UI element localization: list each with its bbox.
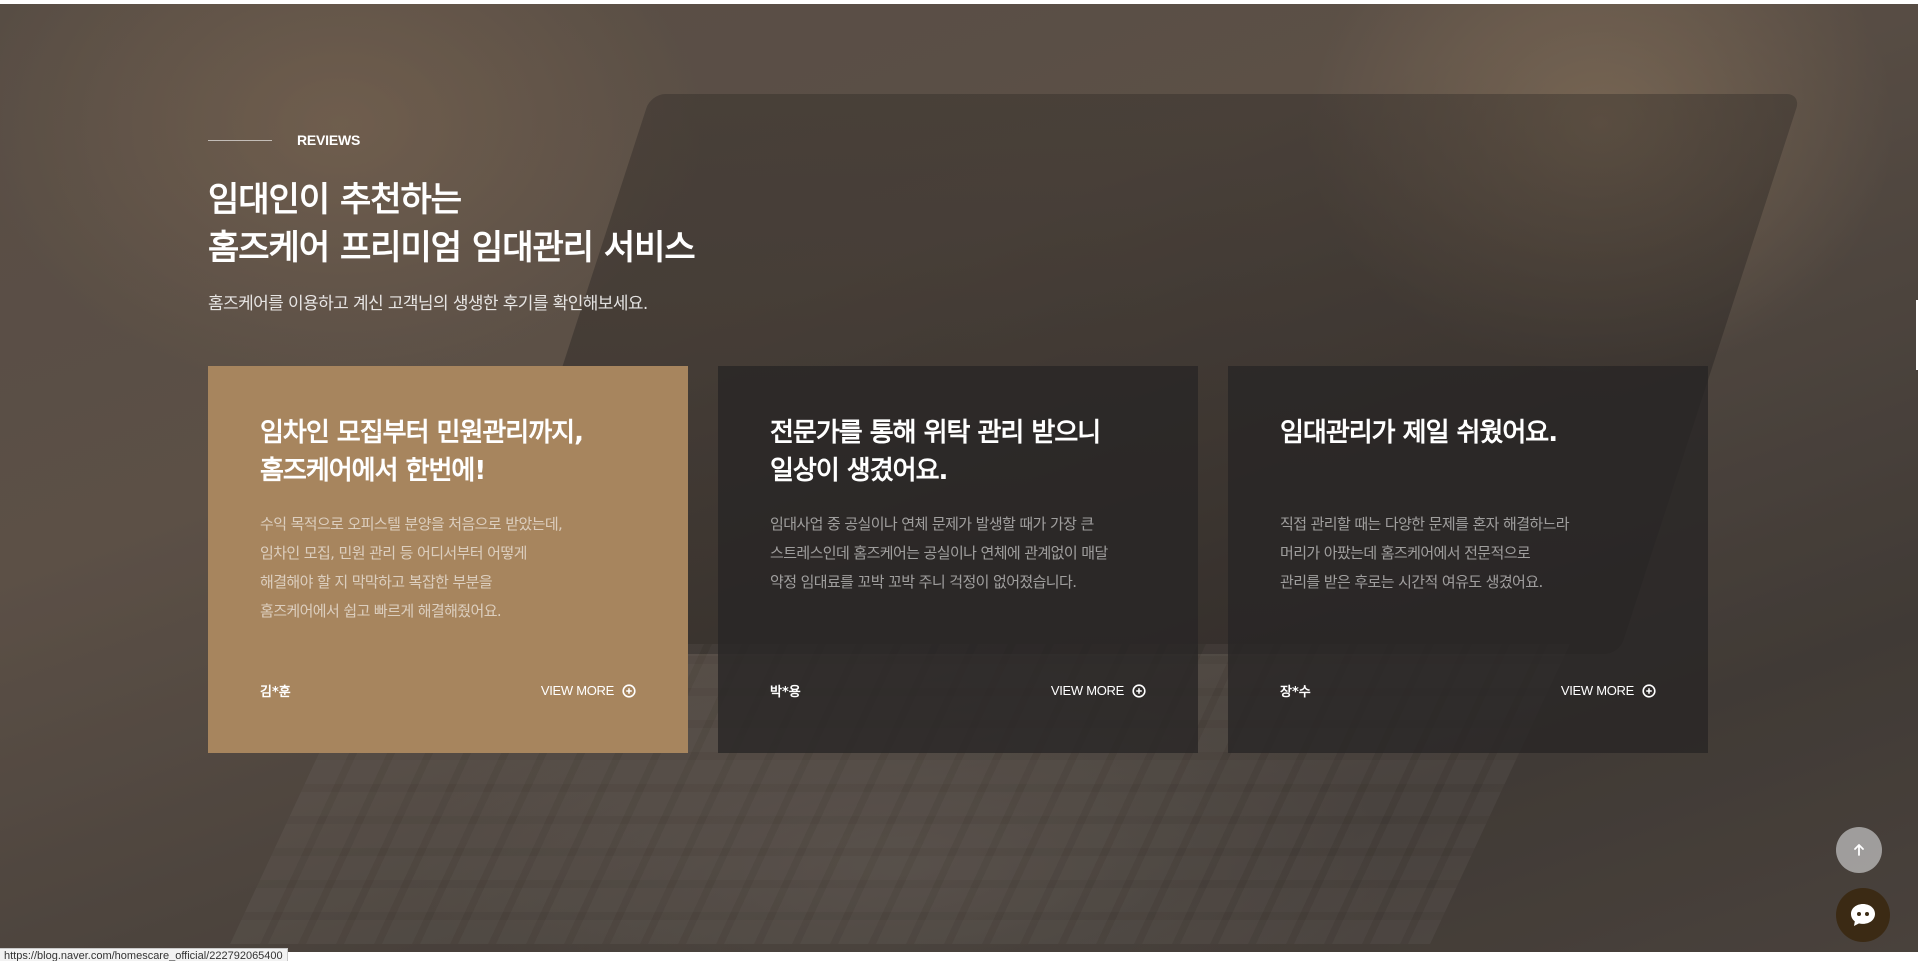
review-cards: 임차인 모집부터 민원관리까지, 홈즈케어에서 한번에! 수익 목적으로 오피스… — [208, 366, 1708, 753]
scroll-to-top-button[interactable] — [1836, 827, 1882, 873]
view-more-link[interactable]: VIEW MORE — [1561, 683, 1656, 698]
review-card-footer: 박*용 VIEW MORE — [770, 681, 1146, 700]
section-eyebrow: REVIEWS — [208, 132, 360, 148]
view-more-label: VIEW MORE — [1560, 683, 1634, 698]
review-card-body: 임대사업 중 공실이나 연체 문제가 발생할 때가 가장 큰 스트레스인데 홈즈… — [770, 510, 1146, 597]
plus-circle-icon — [1132, 683, 1146, 698]
review-card-text-line: 임차인 모집, 민원 관리 등 어디서부터 어떻게 — [260, 544, 527, 562]
section-title-line2: 홈즈케어 프리미엄 임대관리 서비스 — [208, 228, 696, 268]
review-card-title-line1: 임대관리가 제일 쉬웠어요. — [1280, 418, 1558, 448]
review-card-title: 전문가를 통해 위탁 관리 받으니 일상이 생겼어요. — [770, 414, 1146, 490]
eyebrow-line — [208, 139, 272, 141]
section-subtitle: 홈즈케어를 이용하고 계신 고객님의 생생한 후기를 확인해보세요. — [208, 294, 648, 314]
section-title-line1: 임대인이 추천하는 — [208, 180, 462, 220]
review-card[interactable]: 임차인 모집부터 민원관리까지, 홈즈케어에서 한번에! 수익 목적으로 오피스… — [208, 366, 688, 753]
review-card-footer: 김*훈 VIEW MORE — [260, 681, 636, 700]
review-card-footer: 장*수 VIEW MORE — [1280, 681, 1656, 700]
review-author: 김*훈 — [260, 685, 291, 700]
review-card-title-line2: 홈즈케어에서 한번에! — [260, 456, 486, 486]
status-bar-url: https://blog.naver.com/homescare_officia… — [0, 948, 288, 961]
view-more-label: VIEW MORE — [540, 683, 614, 698]
review-card[interactable]: 임대관리가 제일 쉬웠어요. 직접 관리할 때는 다양한 문제를 혼자 해결하느… — [1228, 366, 1708, 753]
review-card-title-line1: 임차인 모집부터 민원관리까지, — [260, 418, 584, 448]
review-card-title: 임대관리가 제일 쉬웠어요. — [1280, 414, 1656, 490]
review-card-text-line: 약정 임대료를 꼬박 꼬박 주니 걱정이 없어졌습니다. — [770, 573, 1077, 591]
view-more-link[interactable]: VIEW MORE — [1051, 683, 1146, 698]
review-author: 박*용 — [770, 685, 801, 700]
review-card-text-line: 홈즈케어에서 쉽고 빠르게 해결해줬어요. — [260, 602, 502, 620]
review-card-title: 임차인 모집부터 민원관리까지, 홈즈케어에서 한번에! — [260, 414, 636, 490]
view-more-label: VIEW MORE — [1050, 683, 1124, 698]
review-card-text-line: 수익 목적으로 오피스텔 분양을 처음으로 받았는데, — [260, 515, 563, 533]
view-more-link[interactable]: VIEW MORE — [541, 683, 636, 698]
eyebrow-label: REVIEWS — [297, 132, 361, 148]
review-card-title-line2: 일상이 생겼어요. — [770, 456, 948, 486]
review-card-title-line1: 전문가를 통해 위탁 관리 받으니 — [770, 418, 1101, 448]
review-card[interactable]: 전문가를 통해 위탁 관리 받으니 일상이 생겼어요. 임대사업 중 공실이나 … — [718, 366, 1198, 753]
review-card-text-line: 임대사업 중 공실이나 연체 문제가 발생할 때가 가장 큰 — [770, 515, 1094, 533]
plus-circle-icon — [1642, 683, 1656, 698]
review-card-body: 수익 목적으로 오피스텔 분양을 처음으로 받았는데, 임차인 모집, 민원 관… — [260, 510, 636, 626]
review-card-text-line: 관리를 받은 후로는 시간적 여유도 생겼어요. — [1280, 573, 1543, 591]
review-card-text-line: 직접 관리할 때는 다양한 문제를 혼자 해결하느라 — [1280, 515, 1570, 533]
review-card-body: 직접 관리할 때는 다양한 문제를 혼자 해결하느라 머리가 아팠는데 홈즈케어… — [1280, 510, 1656, 597]
section-title: 임대인이 추천하는 홈즈케어 프리미엄 임대관리 서비스 — [208, 176, 696, 272]
review-card-text-line: 스트레스인데 홈즈케어는 공실이나 연체에 관계없이 매달 — [770, 544, 1108, 562]
chat-button[interactable] — [1836, 888, 1890, 942]
chat-bubble-icon — [1851, 904, 1875, 926]
arrow-up-icon — [1854, 844, 1864, 856]
reviews-section: REVIEWS 임대인이 추천하는 홈즈케어 프리미엄 임대관리 서비스 홈즈케… — [208, 0, 1708, 952]
review-author: 장*수 — [1280, 685, 1311, 700]
plus-circle-icon — [622, 683, 636, 698]
review-card-text-line: 해결해야 할 지 막막하고 복잡한 부분을 — [260, 573, 493, 591]
review-card-text-line: 머리가 아팠는데 홈즈케어에서 전문적으로 — [1280, 544, 1531, 562]
